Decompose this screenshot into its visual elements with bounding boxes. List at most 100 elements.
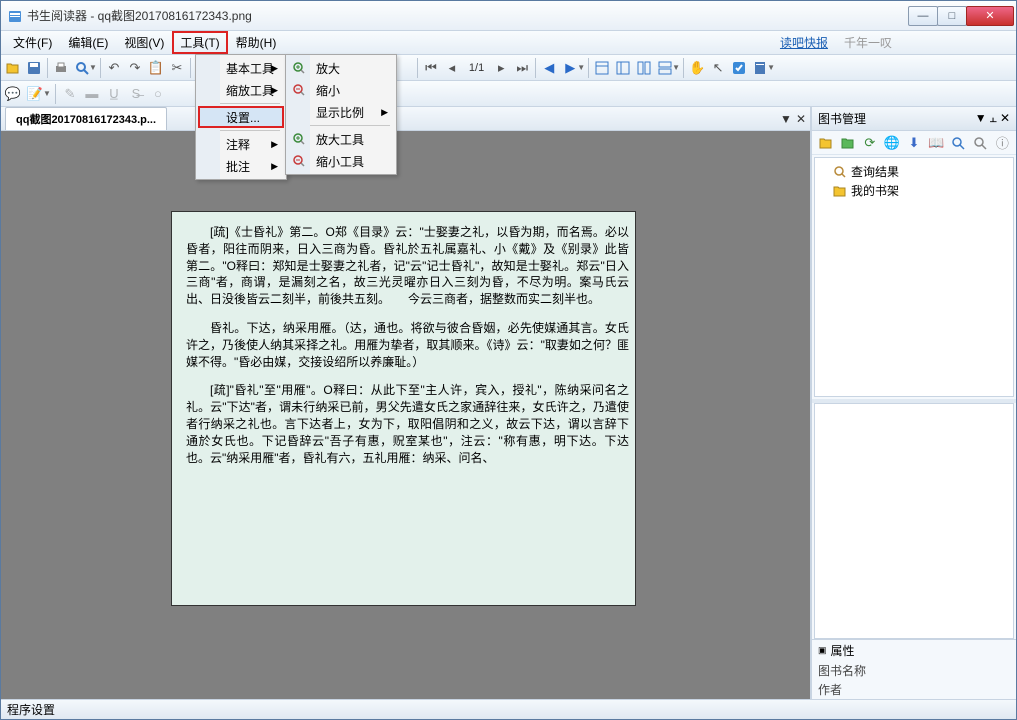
main-toolbar: ▼ ↶ ↷ 📋 ✂ ⏮ ◂ 1/1 ▸ ⏭ ◀ ▶ ▼ ▼ ✋ ↖ ▼ xyxy=(1,55,1016,81)
menu-file[interactable]: 文件(F) xyxy=(5,31,60,54)
share-icon[interactable] xyxy=(729,58,749,78)
panel-menu-icon[interactable]: ▼ xyxy=(975,111,987,126)
dropdown-icon[interactable]: ▼ xyxy=(89,63,97,72)
lib-globe-icon[interactable]: 🌐 xyxy=(882,133,901,153)
document-viewport[interactable]: [疏]《士昏礼》第二。O郑《目录》云："士娶妻之礼，以昏为期，而名焉。必以昏者，… xyxy=(1,131,810,699)
properties-pane: ▣ 属性 图书名称 作者 xyxy=(812,639,1016,699)
props-title: 属性 xyxy=(831,642,855,659)
library-toolbar: ⟳ 🌐 ⬇ 📖 ⓘ xyxy=(812,131,1016,155)
link-millennium[interactable]: 千年一叹 xyxy=(844,34,892,51)
tab-close-icon[interactable]: ✕ xyxy=(796,112,806,126)
lib-download-icon[interactable]: ⬇ xyxy=(904,133,923,153)
dropdown-icon[interactable]: ▼ xyxy=(672,63,680,72)
submenu-ratio[interactable]: 显示比例▶ xyxy=(288,101,394,123)
speech-icon[interactable]: 💬 xyxy=(3,84,23,104)
dropdown-icon[interactable]: ▼ xyxy=(767,63,775,72)
pointer-icon[interactable]: ↖ xyxy=(708,58,728,78)
redo-icon[interactable]: ↷ xyxy=(125,58,145,78)
lib-refresh-icon[interactable]: ⟳ xyxy=(860,133,879,153)
pen-icon[interactable]: ✎ xyxy=(60,84,80,104)
nav-back-icon[interactable]: ◀ xyxy=(539,58,559,78)
panel-close-icon[interactable]: ✕ xyxy=(1000,111,1010,126)
zoom-out-icon xyxy=(292,83,308,97)
statusbar: 程序设置 xyxy=(1,699,1016,719)
cut-icon[interactable]: ✂ xyxy=(167,58,187,78)
underline-icon[interactable]: U̲ xyxy=(104,84,124,104)
layout2-icon[interactable] xyxy=(613,58,633,78)
lib-info-icon[interactable]: ⓘ xyxy=(993,133,1012,153)
menu-zoom-tools[interactable]: 缩放工具▶ xyxy=(198,79,284,101)
minimize-button[interactable]: — xyxy=(908,6,938,26)
save-icon[interactable] xyxy=(24,58,44,78)
submenu-zoom-out-tool[interactable]: 缩小工具 xyxy=(288,150,394,172)
status-text: 程序设置 xyxy=(7,701,55,718)
lib-book-icon[interactable]: 📖 xyxy=(927,133,946,153)
document-tabstrip: qq截图20170816172343.p... ▼ ✕ xyxy=(1,107,810,131)
collapse-icon[interactable]: ▣ xyxy=(818,645,827,656)
dropdown-icon[interactable]: ▼ xyxy=(43,89,51,98)
search-results-icon xyxy=(833,165,847,179)
print-icon[interactable] xyxy=(51,58,71,78)
lib-zoom-icon[interactable] xyxy=(971,133,990,153)
annotation-toolbar: 💬 📝 ▼ ✎ ▬ U̲ S̶ ○ xyxy=(1,81,1016,107)
menu-view[interactable]: 视图(V) xyxy=(116,31,172,54)
doc-paragraph: 昏礼。下达，纳采用雁。（达，通也。将欲与彼合昏姻，必先使媒通其言。女氏许之，乃後… xyxy=(186,320,629,370)
highlight-icon[interactable]: ▬ xyxy=(82,84,102,104)
submenu-zoom-in[interactable]: 放大 xyxy=(288,57,394,79)
note-icon[interactable]: 📝 xyxy=(25,84,45,104)
menu-tools[interactable]: 工具(T) xyxy=(172,31,227,54)
hand-icon[interactable]: ✋ xyxy=(687,58,707,78)
library-panel: 图书管理 ▼ ⫠ ✕ ⟳ 🌐 ⬇ 📖 ⓘ 查询结果 我 xyxy=(812,107,1016,699)
tree-label: 我的书架 xyxy=(851,182,899,199)
submenu-zoom-out[interactable]: 缩小 xyxy=(288,79,394,101)
prop-name-label: 图书名称 xyxy=(818,662,878,679)
ellipse-icon[interactable]: ○ xyxy=(148,84,168,104)
first-page-icon[interactable]: ⏮ xyxy=(421,58,441,78)
link-quickread[interactable]: 读吧快报 xyxy=(780,34,828,51)
tree-bookshelf[interactable]: 我的书架 xyxy=(819,181,1009,200)
menu-settings[interactable]: 设置... xyxy=(198,106,284,128)
open-icon[interactable] xyxy=(3,58,23,78)
titlebar: 书生阅读器 - qq截图20170816172343.png — □ ✕ xyxy=(1,1,1016,31)
page-indicator: 1/1 xyxy=(463,62,490,74)
lib-search-icon[interactable] xyxy=(949,133,968,153)
tree-results[interactable]: 查询结果 xyxy=(819,162,1009,181)
document-tab[interactable]: qq截图20170816172343.p... xyxy=(5,107,167,130)
library-tree[interactable]: 查询结果 我的书架 xyxy=(814,157,1014,397)
panel-title: 图书管理 xyxy=(818,110,866,127)
panel-pin-icon[interactable]: ⫠ xyxy=(990,111,997,126)
page-content: [疏]《士昏礼》第二。O郑《目录》云："士娶妻之礼，以昏为期，而名焉。必以昏者，… xyxy=(171,211,636,606)
workspace: qq截图20170816172343.p... ▼ ✕ [疏]《士昏礼》第二。O… xyxy=(1,107,1016,699)
prev-page-icon[interactable]: ◂ xyxy=(442,58,462,78)
window-title: 书生阅读器 - qq截图20170816172343.png xyxy=(27,7,909,24)
menu-basic-tools[interactable]: 基本工具▶ xyxy=(198,57,284,79)
zoom-out-tool-icon xyxy=(292,154,308,168)
menu-help[interactable]: 帮助(H) xyxy=(228,31,285,54)
layout1-icon[interactable] xyxy=(592,58,612,78)
last-page-icon[interactable]: ⏭ xyxy=(512,58,532,78)
strike-icon[interactable]: S̶ xyxy=(126,84,146,104)
lib-folder-icon[interactable] xyxy=(838,133,857,153)
library-list[interactable] xyxy=(814,403,1014,639)
next-page-icon[interactable]: ▸ xyxy=(491,58,511,78)
dropdown-icon[interactable]: ▼ xyxy=(577,63,585,72)
copy-icon[interactable]: 📋 xyxy=(146,58,166,78)
layout3-icon[interactable] xyxy=(634,58,654,78)
doc-paragraph: [疏]"昏礼"至"用雁"。O释曰：从此下至"主人许，宾入，授礼"，陈纳采问名之礼… xyxy=(186,382,629,466)
maximize-button[interactable]: □ xyxy=(937,6,967,26)
doc-paragraph: [疏]《士昏礼》第二。O郑《目录》云："士娶妻之礼，以昏为期，而名焉。必以昏者，… xyxy=(186,224,629,308)
submenu-zoom-in-tool[interactable]: 放大工具 xyxy=(288,128,394,150)
menu-edit[interactable]: 编辑(E) xyxy=(60,31,116,54)
lib-open-icon[interactable] xyxy=(816,133,835,153)
zoom-in-tool-icon xyxy=(292,132,308,146)
tree-label: 查询结果 xyxy=(851,163,899,180)
menu-comment[interactable]: 批注▶ xyxy=(198,155,284,177)
menubar: 文件(F) 编辑(E) 视图(V) 工具(T) 帮助(H) 读吧快报 千年一叹 xyxy=(1,31,1016,55)
close-button[interactable]: ✕ xyxy=(966,6,1014,26)
tab-dropdown-icon[interactable]: ▼ xyxy=(780,112,792,126)
tools-menu: 基本工具▶ 缩放工具▶ 设置... 注释▶ 批注▶ xyxy=(195,54,287,180)
app-icon xyxy=(7,8,23,24)
menu-annotate[interactable]: 注释▶ xyxy=(198,133,284,155)
folder-icon xyxy=(833,184,847,198)
undo-icon[interactable]: ↶ xyxy=(104,58,124,78)
